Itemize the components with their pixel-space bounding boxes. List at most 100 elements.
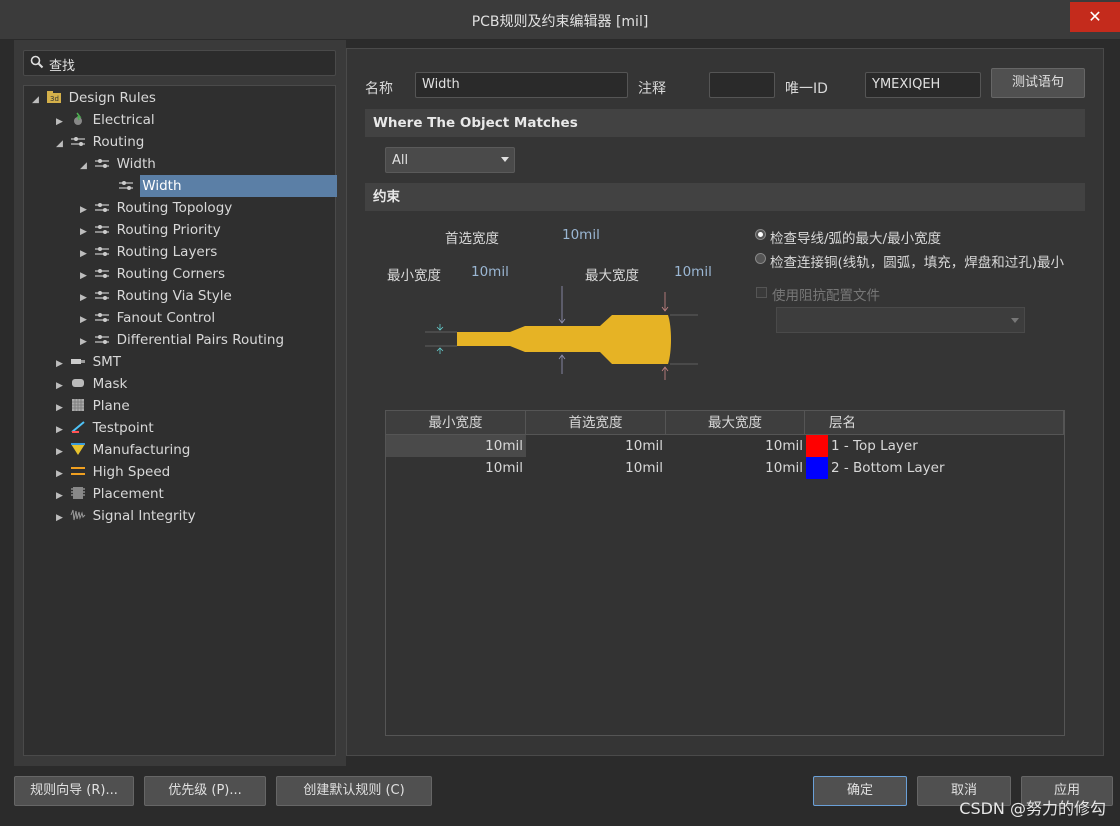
- tree-node-label: Routing Via Style: [116, 288, 232, 304]
- expand-arrow-icon[interactable]: ▶: [56, 463, 66, 485]
- tree-node-label: High Speed: [92, 464, 171, 480]
- preferred-width-label: 首选宽度: [445, 231, 499, 247]
- tree-node-electrical[interactable]: ▶ Electrical: [56, 109, 155, 131]
- placement-icon: [71, 487, 86, 499]
- radio-check-connected-copper[interactable]: [755, 253, 766, 264]
- expand-arrow-icon[interactable]: ▶: [80, 265, 90, 287]
- expand-arrow-icon[interactable]: ▶: [80, 331, 90, 353]
- impedance-profile-select[interactable]: [776, 307, 1025, 333]
- impedance-label: 使用阻抗配置文件: [772, 288, 880, 304]
- test-query-button[interactable]: 测试语句: [991, 68, 1085, 98]
- chevron-down-icon: [1011, 318, 1019, 323]
- search-icon: [30, 55, 44, 69]
- tree-node-width-group[interactable]: ◢ Width: [80, 153, 156, 175]
- tree-node-routing-priority[interactable]: ▶ Routing Priority: [80, 219, 221, 241]
- tree-node-mask[interactable]: ▶ Mask: [56, 373, 127, 395]
- rule-icon: [119, 181, 133, 190]
- tree-node-plane[interactable]: ▶ Plane: [56, 395, 130, 417]
- uid-field[interactable]: YMEXIQEH: [865, 72, 981, 98]
- ok-button[interactable]: 确定: [813, 776, 907, 806]
- rule-icon: [95, 247, 110, 256]
- column-header-preferred-width[interactable]: 首选宽度: [526, 411, 666, 435]
- tree-node-routing-topology[interactable]: ▶ Routing Topology: [80, 197, 232, 219]
- tree-node-label: Placement: [92, 486, 164, 502]
- expand-arrow-icon[interactable]: ◢: [32, 89, 42, 111]
- expand-arrow-icon[interactable]: ▶: [56, 507, 66, 529]
- column-header-max-width[interactable]: 最大宽度: [666, 411, 805, 435]
- tree-node-label: Routing: [92, 134, 145, 150]
- impedance-checkbox[interactable]: [756, 287, 767, 298]
- expand-arrow-icon[interactable]: ▶: [56, 375, 66, 397]
- expand-arrow-icon[interactable]: ▶: [80, 221, 90, 243]
- electrical-icon: [74, 112, 83, 125]
- close-button[interactable]: ✕: [1070, 2, 1120, 32]
- cell-min-width[interactable]: 10mil: [386, 457, 526, 479]
- expand-arrow-icon[interactable]: ▶: [56, 353, 66, 375]
- rule-icon: [95, 313, 110, 322]
- high-speed-icon: [71, 467, 86, 475]
- chevron-down-icon: [501, 157, 509, 162]
- expand-arrow-icon[interactable]: ▶: [56, 485, 66, 507]
- scope-select-value: All: [392, 153, 409, 168]
- tree-node-manufacturing[interactable]: ▶ Manufacturing: [56, 439, 190, 461]
- watermark: CSDN @努力的修勾: [959, 799, 1106, 818]
- expand-arrow-icon[interactable]: ▶: [56, 111, 66, 133]
- scope-select[interactable]: All: [385, 147, 515, 173]
- expand-arrow-icon[interactable]: ▶: [56, 441, 66, 463]
- column-header-min-width[interactable]: 最小宽度: [386, 411, 526, 435]
- trace-width-diagram: [425, 286, 698, 380]
- cell-max-width[interactable]: 10mil: [666, 457, 805, 479]
- expand-arrow-icon[interactable]: ▶: [80, 287, 90, 309]
- expand-arrow-icon[interactable]: ▶: [56, 397, 66, 419]
- cell-max-width[interactable]: 10mil: [666, 435, 805, 457]
- cell-preferred-width[interactable]: 10mil: [526, 435, 666, 457]
- tree-node-differential-pairs-routing[interactable]: ▶ Differential Pairs Routing: [80, 329, 284, 351]
- rule-icon: [95, 291, 110, 300]
- tree-node-label: Routing Corners: [116, 266, 226, 282]
- expand-arrow-icon[interactable]: ▶: [56, 419, 66, 441]
- expand-arrow-icon[interactable]: ▶: [80, 199, 90, 221]
- tree-node-routing-layers[interactable]: ▶ Routing Layers: [80, 241, 217, 263]
- rule-icon: [95, 203, 110, 212]
- name-field[interactable]: Width: [415, 72, 628, 98]
- max-width-label: 最大宽度: [585, 268, 639, 284]
- tree-node-label: Routing Topology: [116, 200, 233, 216]
- tree-node-routing[interactable]: ◢ Routing: [56, 131, 144, 153]
- tree-node-width-rule[interactable]: Width: [118, 175, 338, 197]
- collapse-arrow-icon[interactable]: ◢: [56, 133, 66, 155]
- tree-node-signal-integrity[interactable]: ▶ Signal Integrity: [56, 505, 196, 527]
- tree-node-high-speed[interactable]: ▶ High Speed: [56, 461, 170, 483]
- comment-field[interactable]: [709, 72, 775, 98]
- cell-preferred-width[interactable]: 10mil: [526, 457, 666, 479]
- expand-arrow-icon[interactable]: ▶: [80, 309, 90, 331]
- constraints-section-header: 约束: [365, 183, 1085, 211]
- search-input[interactable]: 查找: [23, 50, 336, 76]
- tree-node-label: Manufacturing: [92, 442, 191, 458]
- tree-node-label: Testpoint: [92, 420, 154, 436]
- signal-integrity-icon: [70, 509, 86, 521]
- column-header-layer-name[interactable]: 层名: [805, 411, 1064, 435]
- radio-check-track-arc-width[interactable]: [755, 229, 766, 240]
- tree-node-label: Width: [116, 156, 156, 172]
- max-width-value[interactable]: 10mil: [674, 264, 712, 280]
- tree-node-testpoint[interactable]: ▶ Testpoint: [56, 417, 154, 439]
- min-width-label: 最小宽度: [387, 268, 441, 284]
- preferred-width-value[interactable]: 10mil: [562, 227, 600, 243]
- tree-node-label: Fanout Control: [116, 310, 216, 326]
- rule-wizard-button[interactable]: 规则向导 (R)...: [14, 776, 134, 806]
- tree-node-design-rules[interactable]: ◢ 3d Design Rules: [32, 87, 156, 109]
- expand-arrow-icon[interactable]: ▶: [80, 243, 90, 265]
- tree-node-fanout-control[interactable]: ▶ Fanout Control: [80, 307, 215, 329]
- priority-button[interactable]: 优先级 (P)...: [144, 776, 266, 806]
- tree-node-smt[interactable]: ▶ SMT: [56, 351, 121, 373]
- min-width-value[interactable]: 10mil: [471, 264, 509, 280]
- tree-node-routing-via-style[interactable]: ▶ Routing Via Style: [80, 285, 232, 307]
- cell-min-width[interactable]: 10mil: [386, 435, 526, 457]
- tree-node-label: Plane: [92, 398, 130, 414]
- tree-node-placement[interactable]: ▶ Placement: [56, 483, 164, 505]
- testpoint-icon: [71, 421, 85, 433]
- radio-check-track-arc-width-label: 检查导线/弧的最大/最小宽度: [770, 231, 942, 247]
- tree-node-routing-corners[interactable]: ▶ Routing Corners: [80, 263, 225, 285]
- collapse-arrow-icon[interactable]: ◢: [80, 155, 90, 177]
- create-default-rules-button[interactable]: 创建默认规则 (C): [276, 776, 432, 806]
